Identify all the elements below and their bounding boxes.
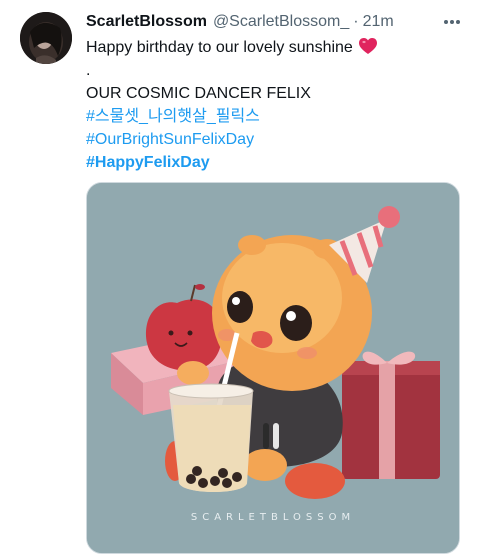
heart-icon: [358, 38, 377, 62]
hashtag-link[interactable]: #OurBrightSunFelixDay: [86, 128, 464, 151]
birthday-illustration: [87, 183, 459, 553]
tweet-line-1: Happy birthday to our lovely sunshine: [86, 36, 464, 59]
tweet-line-2: .: [86, 62, 91, 79]
more-dots-icon[interactable]: [440, 12, 464, 32]
watermark-text: SCARLETBLOSSOM: [190, 512, 356, 523]
gift-box-icon: [342, 351, 440, 479]
tweet-text: Happy birthday to our lovely sunshine . …: [86, 36, 464, 174]
hashtag-link[interactable]: #HappyFelixDay: [86, 151, 464, 174]
hashtag-link[interactable]: #스물셋_나의햇살_필릭스: [86, 105, 464, 128]
tweet-media-image[interactable]: SCARLETBLOSSOM: [86, 182, 460, 554]
avatar[interactable]: [20, 12, 72, 64]
user-handle[interactable]: @ScarletBlossom_: [213, 13, 349, 31]
tweet-header: ScarletBlossom @ScarletBlossom_ · 21m: [86, 11, 440, 33]
tweet[interactable]: ScarletBlossom @ScarletBlossom_ · 21m Ha…: [0, 0, 480, 558]
tweet-text-line: Happy birthday to our lovely sunshine: [86, 39, 353, 56]
separator-dot: ·: [353, 13, 359, 30]
display-name[interactable]: ScarletBlossom: [86, 13, 207, 31]
timestamp[interactable]: 21m: [363, 13, 394, 31]
tweet-line-3: OUR COSMIC DANCER FELIX: [86, 85, 311, 102]
